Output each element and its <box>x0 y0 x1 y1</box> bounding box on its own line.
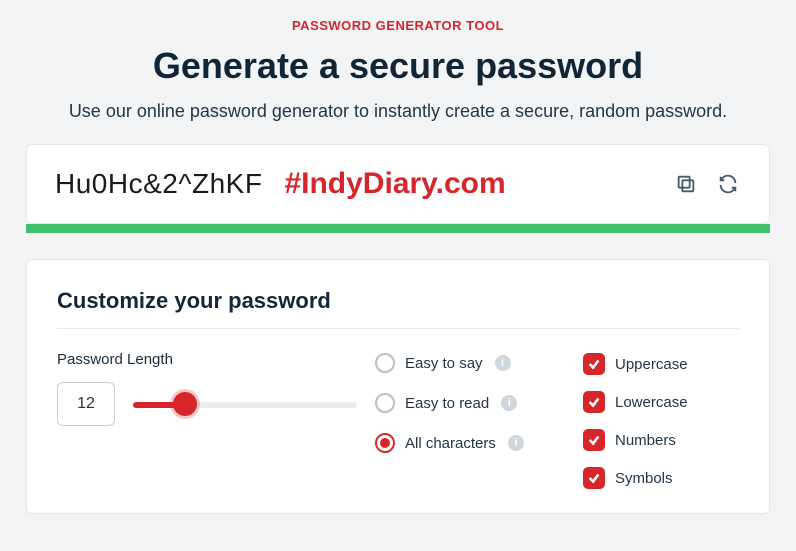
radio-label: All characters <box>405 435 496 452</box>
checkbox-icon <box>583 467 605 489</box>
refresh-icon <box>717 173 739 195</box>
info-icon[interactable]: i <box>501 395 517 411</box>
checkbox-icon <box>583 391 605 413</box>
checkbox-label: Numbers <box>615 432 676 449</box>
slider-thumb[interactable] <box>173 392 197 416</box>
radio-easy-to-read[interactable]: Easy to read i <box>375 393 565 413</box>
checkbox-uppercase[interactable]: Uppercase <box>583 353 688 375</box>
info-icon[interactable]: i <box>508 435 524 451</box>
radio-easy-to-say[interactable]: Easy to say i <box>375 353 565 373</box>
copy-button[interactable] <box>673 171 699 197</box>
page-title: Generate a secure password <box>22 45 774 87</box>
checkbox-label: Uppercase <box>615 356 688 373</box>
radio-label: Easy to say <box>405 355 483 372</box>
radio-label: Easy to read <box>405 395 489 412</box>
tool-subtitle: PASSWORD GENERATOR TOOL <box>22 18 774 33</box>
checkbox-numbers[interactable]: Numbers <box>583 429 688 451</box>
radio-icon <box>375 433 395 453</box>
info-icon[interactable]: i <box>495 355 511 371</box>
customize-panel: Customize your password Password Length … <box>26 259 770 514</box>
watermark-text: #IndyDiary.com <box>284 167 673 201</box>
password-output-box: Hu0Hc&2^ZhKF #IndyDiary.com <box>26 144 770 224</box>
regenerate-button[interactable] <box>715 171 741 197</box>
length-label: Password Length <box>57 351 357 368</box>
radio-all-characters[interactable]: All characters i <box>375 433 565 453</box>
checkbox-symbols[interactable]: Symbols <box>583 467 688 489</box>
generated-password: Hu0Hc&2^ZhKF <box>55 168 262 200</box>
radio-icon <box>375 353 395 373</box>
checkbox-label: Lowercase <box>615 394 688 411</box>
strength-bar <box>26 224 770 233</box>
radio-icon <box>375 393 395 413</box>
checkbox-label: Symbols <box>615 470 673 487</box>
length-slider[interactable] <box>133 393 357 415</box>
checkbox-icon <box>583 353 605 375</box>
copy-icon <box>675 173 697 195</box>
checkbox-lowercase[interactable]: Lowercase <box>583 391 688 413</box>
page-description: Use our online password generator to ins… <box>22 101 774 122</box>
checkbox-icon <box>583 429 605 451</box>
length-input[interactable] <box>57 382 115 426</box>
customize-title: Customize your password <box>57 288 739 329</box>
